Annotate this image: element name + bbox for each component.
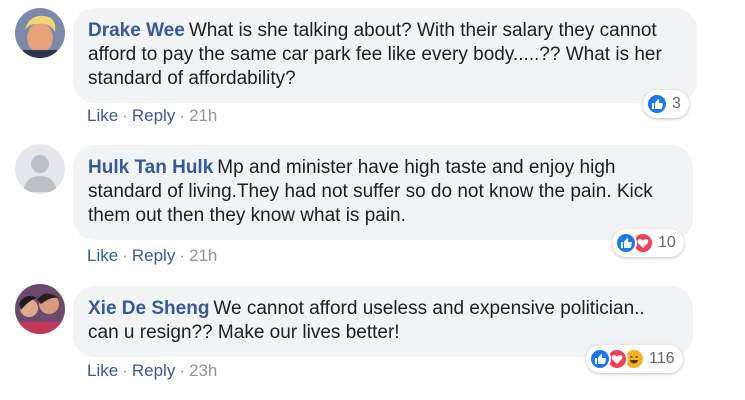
comment-bubble: Drake Wee What is she talking about? With…	[73, 8, 697, 103]
comment-author[interactable]: Hulk Tan Hulk	[88, 157, 213, 178]
like-link[interactable]: Like	[87, 106, 118, 125]
comment-actions: Like · Reply · 21h	[87, 106, 217, 126]
reply-link[interactable]: Reply	[132, 246, 175, 265]
separator: ·	[179, 246, 185, 265]
reaction-count: 10	[658, 234, 676, 251]
comment-bubble: Hulk Tan Hulk Mp and minister have high t…	[73, 145, 693, 240]
comment-author[interactable]: Drake Wee	[88, 20, 185, 41]
timestamp[interactable]: 21h	[189, 106, 217, 125]
avatar[interactable]	[15, 144, 65, 194]
separator: ·	[122, 246, 128, 265]
like-link[interactable]: Like	[87, 246, 118, 265]
like-reaction-icon	[615, 232, 637, 254]
separator: ·	[179, 361, 185, 380]
comment-author[interactable]: Xie De Sheng	[88, 298, 209, 319]
reaction-count: 116	[649, 350, 675, 367]
reaction-count: 3	[672, 95, 681, 112]
separator: ·	[122, 106, 128, 125]
like-reaction-icon	[646, 93, 668, 115]
separator: ·	[122, 361, 128, 380]
reply-link[interactable]: Reply	[132, 106, 175, 125]
comment-actions: Like · Reply · 21h	[87, 246, 217, 266]
like-link[interactable]: Like	[87, 361, 118, 380]
avatar[interactable]	[15, 8, 65, 58]
avatar[interactable]	[15, 284, 65, 334]
reactions-summary[interactable]: 3	[643, 90, 689, 118]
reactions-summary[interactable]: 10	[612, 229, 684, 257]
timestamp[interactable]: 23h	[189, 361, 217, 380]
timestamp[interactable]: 21h	[189, 246, 217, 265]
comment-actions: Like · Reply · 23h	[87, 361, 217, 381]
separator: ·	[179, 106, 185, 125]
reply-link[interactable]: Reply	[132, 361, 175, 380]
reactions-summary[interactable]: 116	[586, 345, 683, 373]
like-reaction-icon	[589, 348, 611, 370]
